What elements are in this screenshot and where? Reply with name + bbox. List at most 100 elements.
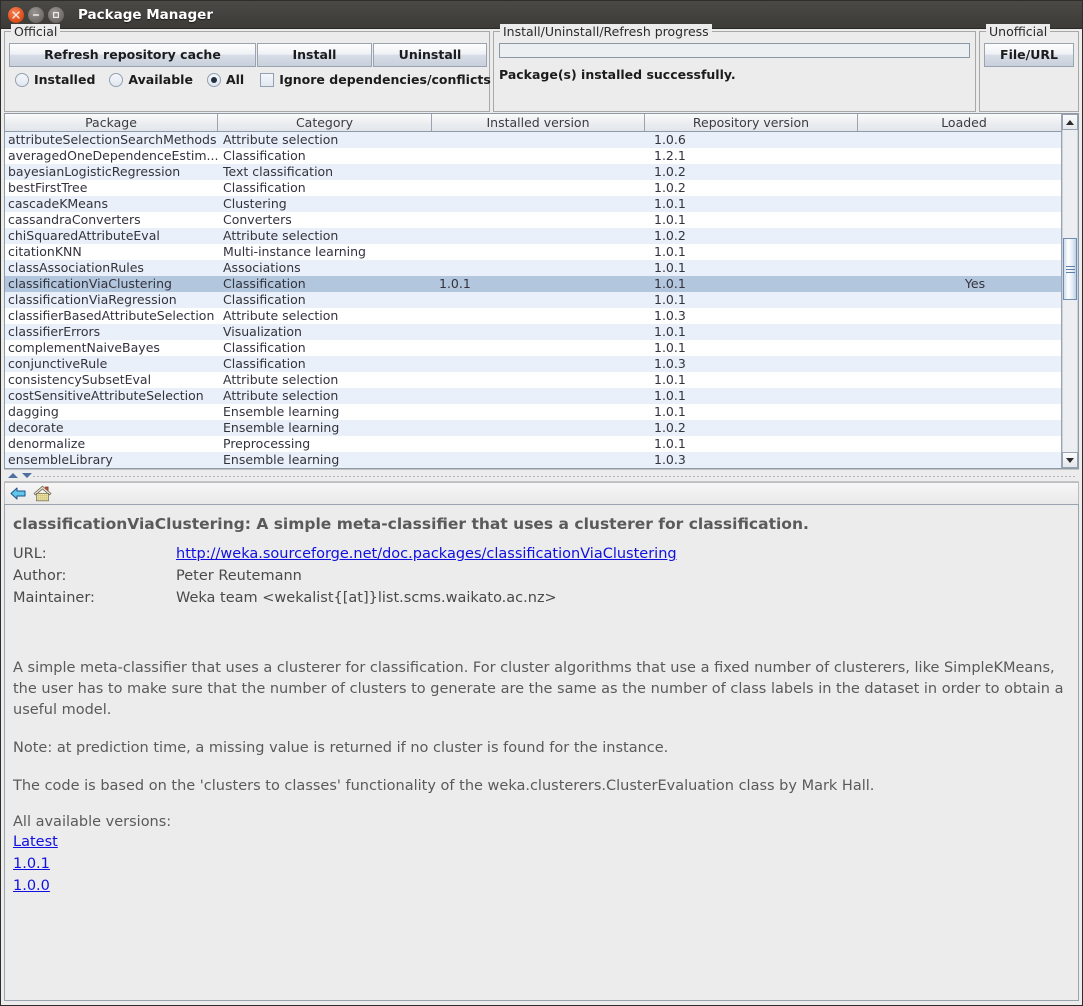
column-header-repository-version[interactable]: Repository version <box>644 114 858 132</box>
home-icon[interactable] <box>31 484 53 503</box>
scroll-up-button[interactable] <box>1062 114 1078 130</box>
table-row[interactable]: conjunctiveRule Classification 1.0.3 <box>5 356 1061 372</box>
table-cell-cat: Attribute selection <box>220 132 436 148</box>
collapse-down-icon[interactable] <box>22 473 32 478</box>
table-cell-load <box>866 324 1061 340</box>
table-row[interactable]: classAssociationRules Associations 1.0.1 <box>5 260 1061 276</box>
radio-all-label: All <box>225 72 245 87</box>
version-link[interactable]: 1.0.0 <box>13 878 50 894</box>
available-versions-list: Latest 1.0.1 1.0.0 <box>13 831 1070 898</box>
table-row[interactable]: decorate Ensemble learning 1.0.2 <box>5 420 1061 436</box>
table-row[interactable]: ensembleLibrary Ensemble learning 1.0.3 <box>5 452 1061 468</box>
table-row[interactable]: attributeSelectionSearchMethods Attribute… <box>5 132 1061 148</box>
version-row: Latest <box>13 831 1070 853</box>
table-row[interactable]: costSensitiveAttributeSelection Attribute… <box>5 388 1061 404</box>
table-cell-pkg: classificationViaClustering <box>5 276 220 292</box>
column-header-installed-version[interactable]: Installed version <box>431 114 645 132</box>
table-cell-pkg: averagedOneDependenceEstim... <box>5 148 220 164</box>
radio-all[interactable]: All <box>206 72 245 87</box>
table-cell-pkg: consistencySubsetEval <box>5 372 220 388</box>
table-cell-iver <box>436 260 651 276</box>
table-cell-load <box>866 452 1061 468</box>
file-url-button[interactable]: File/URL <box>984 43 1074 67</box>
install-button[interactable]: Install <box>257 43 372 67</box>
chevron-down-icon <box>1066 457 1074 463</box>
detail-paragraph-1: A simple meta-classifier that uses a clu… <box>13 660 1064 719</box>
table-cell-cat: Clustering <box>220 196 436 212</box>
version-link[interactable]: Latest <box>13 834 58 850</box>
table-cell-cat: Associations <box>220 260 436 276</box>
progress-message: Package(s) installed successfully. <box>499 67 736 82</box>
table-row[interactable]: dagging Ensemble learning 1.0.1 <box>5 404 1061 420</box>
column-header-category[interactable]: Category <box>217 114 432 132</box>
table-row[interactable]: bestFirstTree Classification 1.0.2 <box>5 180 1061 196</box>
table-cell-load <box>866 244 1061 260</box>
table-row[interactable]: denormalize Preprocessing 1.0.1 <box>5 436 1061 452</box>
collapse-up-icon[interactable] <box>8 473 18 478</box>
column-header-package[interactable]: Package <box>5 114 218 132</box>
table-cell-cat: Attribute selection <box>220 372 436 388</box>
table-cell-rver: 1.0.1 <box>651 404 866 420</box>
detail-field-author-label: Author: <box>13 568 67 584</box>
refresh-repository-cache-button[interactable]: Refresh repository cache <box>9 43 256 67</box>
table-cell-rver: 1.0.6 <box>651 132 866 148</box>
radio-installed[interactable]: Installed <box>15 72 95 87</box>
table-cell-iver <box>436 324 651 340</box>
table-cell-pkg: bayesianLogisticRegression <box>5 164 220 180</box>
detail-nav-toolbar <box>4 482 1079 504</box>
split-pane-divider[interactable] <box>4 469 1079 482</box>
table-cell-load <box>866 404 1061 420</box>
close-icon[interactable] <box>8 6 24 23</box>
table-cell-pkg: classifierBasedAttributeSelection <box>5 308 220 324</box>
table-row[interactable]: consistencySubsetEval Attribute selection… <box>5 372 1061 388</box>
table-cell-pkg: chiSquaredAttributeEval <box>5 228 220 244</box>
table-row[interactable]: classificationViaClustering Classificatio… <box>5 276 1061 292</box>
detail-field-url: URL: http://weka.sourceforge.net/doc.pac… <box>13 546 1070 562</box>
table-row[interactable]: bayesianLogisticRegression Text classific… <box>5 164 1061 180</box>
table-cell-cat: Attribute selection <box>220 388 436 404</box>
minimize-icon[interactable] <box>28 6 44 23</box>
table-cell-load <box>866 180 1061 196</box>
table-row[interactable]: classificationViaRegression Classificatio… <box>5 292 1061 308</box>
table-row[interactable]: cassandraConverters Converters 1.0.1 <box>5 212 1061 228</box>
table-row[interactable]: citationKNN Multi-instance learning 1.0.1 <box>5 244 1061 260</box>
ignore-dependencies-checkbox[interactable]: Ignore dependencies/conflicts <box>260 72 491 87</box>
table-row[interactable]: classifierErrors Visualization 1.0.1 <box>5 324 1061 340</box>
table-vertical-scrollbar[interactable] <box>1061 114 1078 468</box>
scroll-down-button[interactable] <box>1062 452 1078 468</box>
table-cell-cat: Attribute selection <box>220 308 436 324</box>
table-row[interactable]: complementNaiveBayes Classification 1.0.1 <box>5 340 1061 356</box>
table-cell-pkg: classifierErrors <box>5 324 220 340</box>
table-cell-cat: Classification <box>220 276 436 292</box>
table-cell-rver: 1.0.2 <box>651 164 866 180</box>
radio-available[interactable]: Available <box>109 72 193 87</box>
version-row: 1.0.1 <box>13 853 1070 875</box>
version-link[interactable]: 1.0.1 <box>13 856 50 872</box>
table-cell-load <box>866 340 1061 356</box>
table-cell-rver: 1.2.1 <box>651 148 866 164</box>
scroll-track[interactable] <box>1062 130 1078 452</box>
package-url-link[interactable]: http://weka.sourceforge.net/doc.packages… <box>176 546 677 562</box>
column-header-loaded[interactable]: Loaded <box>857 114 1070 132</box>
available-versions-label: All available versions: <box>13 814 172 831</box>
scroll-thumb[interactable] <box>1063 238 1077 300</box>
table-cell-cat: Classification <box>220 356 436 372</box>
radio-all-indicator <box>206 72 221 87</box>
progress-bar <box>499 43 970 58</box>
table-row[interactable]: chiSquaredAttributeEval Attribute selecti… <box>5 228 1061 244</box>
table-cell-pkg: denormalize <box>5 436 220 452</box>
package-table: Package Category Installed version Repos… <box>4 113 1079 469</box>
table-row[interactable]: classifierBasedAttributeSelection Attribu… <box>5 308 1061 324</box>
official-button-row: Refresh repository cache Install Uninsta… <box>5 40 489 67</box>
table-cell-pkg: complementNaiveBayes <box>5 340 220 356</box>
table-row[interactable]: cascadeKMeans Clustering 1.0.1 <box>5 196 1061 212</box>
back-arrow-icon[interactable] <box>7 484 29 503</box>
table-cell-load <box>866 212 1061 228</box>
table-cell-iver <box>436 148 651 164</box>
official-legend: Official <box>11 24 61 39</box>
maximize-icon[interactable] <box>48 6 64 23</box>
table-row[interactable]: averagedOneDependenceEstim... Classificat… <box>5 148 1061 164</box>
uninstall-button[interactable]: Uninstall <box>373 43 487 67</box>
checkbox-indicator <box>260 72 275 87</box>
detail-field-maintainer: Maintainer: Weka team <wekalist{[at]}lis… <box>13 590 1070 606</box>
